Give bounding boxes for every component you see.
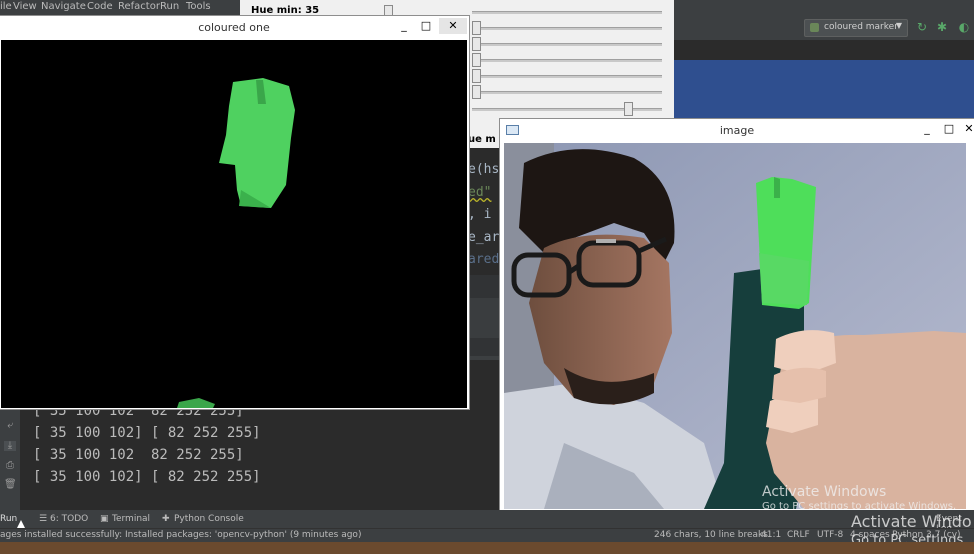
webcam-frame: Activate Windows Go to PC settings to ac… — [504, 143, 966, 509]
status-line-separator[interactable]: CRLF — [787, 530, 810, 540]
window-titlebar[interactable]: image _ □ ✕ — [500, 119, 974, 141]
trash-icon[interactable]: 🗑 — [4, 480, 17, 490]
code-line: ared — [468, 252, 500, 267]
chevron-down-icon: ▼ — [895, 21, 902, 30]
masked-marker-image — [177, 78, 295, 408]
webcam-photo — [504, 143, 966, 509]
menu-tools[interactable]: Tools — [186, 1, 211, 12]
soft-wrap-icon[interactable]: ⤶ — [4, 421, 16, 431]
trackbar-groove[interactable] — [472, 43, 662, 46]
image-window[interactable]: image _ □ ✕ Activate Windows Go to PC se… — [499, 118, 974, 515]
output-line: [ 35 100 102 82 252 255] — [33, 447, 244, 463]
editor-selection-area — [674, 60, 974, 118]
run-configuration-select[interactable]: coloured marker ▼ — [804, 19, 908, 37]
masked-frame — [1, 40, 467, 408]
minimize-button[interactable]: _ — [393, 18, 415, 34]
trackbar-groove[interactable] — [472, 11, 662, 14]
rerun-icon[interactable]: ↻ — [915, 20, 929, 34]
coloured-one-window[interactable]: coloured one _ □ ✕ — [0, 15, 470, 410]
debug-icon[interactable]: ✱ — [935, 20, 949, 34]
tool-window-run[interactable]: Run — [0, 514, 17, 524]
activate-windows-subtitle: Go to PC settings to activate Windows. — [762, 501, 957, 509]
activate-windows-title: Activate Windows — [762, 484, 887, 500]
trackbar-groove[interactable] — [472, 91, 662, 94]
maximize-button[interactable]: □ — [415, 18, 437, 34]
python-console-icon: ✚ — [162, 514, 170, 524]
hue-max-label: ue m — [468, 134, 500, 148]
activate-windows-title: Activate Windo — [851, 512, 972, 531]
tool-window-todo[interactable]: 6: TODO — [50, 514, 88, 524]
taskbar-strip — [0, 542, 974, 554]
code-line: , i — [468, 207, 492, 222]
run-configuration-label: coloured marker — [824, 22, 898, 32]
terminal-icon: ▣ — [100, 514, 109, 524]
window-title: image — [719, 124, 755, 137]
menu-run[interactable]: Run — [160, 1, 179, 12]
tool-window-bar: Run ☰ 6: TODO ▣ Terminal ✚ Python Consol… — [0, 510, 974, 534]
code-line: e(hs — [468, 162, 500, 177]
code-editor[interactable]: e(hs ed" , i e_ar ared — [468, 140, 502, 275]
menu-navigate[interactable]: Navigate — [41, 1, 86, 12]
output-line: [ 35 100 102] [ 82 252 255] — [33, 469, 261, 485]
trackbar-groove[interactable] — [472, 108, 662, 111]
menu-file[interactable]: ile — [0, 1, 12, 12]
status-bar: ages installed successfully: Installed p… — [0, 528, 974, 543]
status-char-count: 246 chars, 10 line breaks — [654, 530, 768, 540]
status-encoding[interactable]: UTF-8 — [817, 530, 843, 540]
trackbar-thumb[interactable] — [624, 102, 633, 116]
trackbar-thumb[interactable] — [472, 85, 481, 99]
code-line: ed" — [468, 185, 492, 200]
close-button[interactable]: ✕ — [958, 121, 974, 137]
list-icon: ☰ — [39, 514, 48, 524]
menu-view[interactable]: View — [13, 1, 37, 12]
menu-refactor[interactable]: Refactor — [118, 1, 160, 12]
trackbar-thumb[interactable] — [472, 69, 481, 83]
python-config-icon — [810, 23, 819, 32]
editor-lower-band — [468, 298, 500, 338]
coverage-icon[interactable]: ◐ — [957, 20, 971, 34]
tool-window-terminal[interactable]: Terminal — [112, 514, 150, 524]
status-message[interactable]: ages installed successfully: Installed p… — [0, 530, 361, 540]
status-caret-position[interactable]: 41:1 — [761, 530, 781, 540]
trackbar-area-fragment — [468, 118, 500, 134]
trackbar-groove[interactable] — [472, 75, 662, 78]
scroll-to-end-icon[interactable]: ⤓ — [4, 441, 16, 451]
minimize-button[interactable]: _ — [916, 121, 938, 137]
menu-code[interactable]: Code — [87, 1, 113, 12]
trackbar-groove[interactable] — [472, 59, 662, 62]
close-button[interactable]: ✕ — [439, 18, 467, 34]
maximize-button[interactable]: □ — [938, 121, 960, 137]
trackbar-thumb[interactable] — [472, 21, 481, 35]
trackbar-thumb[interactable] — [472, 53, 481, 67]
trackbar-groove[interactable] — [472, 27, 662, 30]
trackbar-thumb[interactable] — [472, 37, 481, 51]
window-titlebar[interactable]: coloured one _ □ ✕ — [0, 16, 469, 38]
tool-window-python-console[interactable]: Python Console — [174, 514, 244, 524]
print-icon[interactable]: ⎙ — [4, 461, 16, 471]
output-line: [ 35 100 102] [ 82 252 255] — [33, 425, 261, 441]
code-line: e_ar — [468, 230, 500, 245]
